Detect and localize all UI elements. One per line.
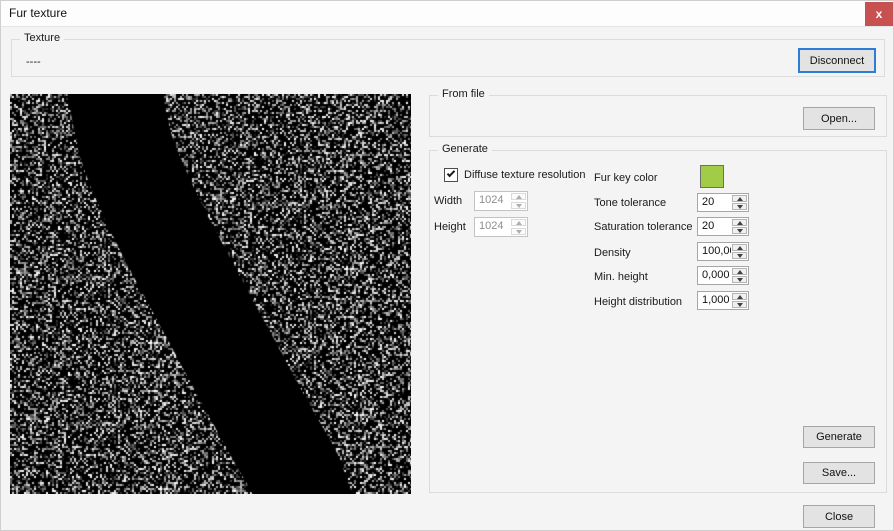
- height-distribution-value[interactable]: 1,000: [702, 294, 731, 306]
- saturation-tolerance-spin-up-button[interactable]: [732, 219, 747, 226]
- tone-tolerance-value[interactable]: 20: [702, 196, 731, 208]
- down-arrow-icon: [516, 230, 522, 234]
- height-distribution-spin-down-button[interactable]: [732, 301, 747, 308]
- min-height-spinner[interactable]: 0,000: [697, 266, 749, 285]
- min-height-value[interactable]: 0,000: [702, 269, 731, 281]
- fur-key-color-swatch[interactable]: [700, 165, 724, 188]
- close-window-button[interactable]: x: [865, 2, 893, 26]
- width-spinner: 1024: [474, 191, 528, 211]
- up-arrow-icon: [737, 221, 743, 225]
- tone-tolerance-spin-up-button[interactable]: [732, 195, 747, 202]
- save-button[interactable]: Save...: [803, 462, 875, 484]
- density-spin-down-button[interactable]: [732, 252, 747, 259]
- density-label: Density: [594, 247, 631, 259]
- from-file-group-label: From file: [438, 88, 489, 100]
- density-spin-up-button[interactable]: [732, 244, 747, 251]
- texture-group: Texture: [11, 39, 885, 77]
- width-spin-down-button: [511, 202, 526, 209]
- down-arrow-icon: [516, 204, 522, 208]
- checkbox-box: [444, 168, 458, 182]
- generate-group-label: Generate: [438, 143, 492, 155]
- open-button[interactable]: Open...: [803, 107, 875, 130]
- saturation-tolerance-label: Saturation tolerance: [594, 221, 692, 233]
- up-arrow-icon: [516, 221, 522, 225]
- up-arrow-icon: [737, 295, 743, 299]
- title-bar[interactable]: Fur texture x: [1, 1, 893, 27]
- up-arrow-icon: [737, 270, 743, 274]
- checkbox-label: Diffuse texture resolution: [464, 169, 585, 181]
- density-spinner[interactable]: 100,000: [697, 242, 749, 261]
- up-arrow-icon: [516, 195, 522, 199]
- close-icon: x: [876, 8, 883, 20]
- min-height-spin-up-button[interactable]: [732, 268, 747, 275]
- min-height-label: Min. height: [594, 271, 648, 283]
- down-arrow-icon: [737, 303, 743, 307]
- window-title: Fur texture: [9, 6, 67, 20]
- disconnect-button[interactable]: Disconnect: [798, 48, 876, 73]
- tone-tolerance-spin-down-button[interactable]: [732, 203, 747, 210]
- height-distribution-spin-up-button[interactable]: [732, 293, 747, 300]
- saturation-tolerance-spin-down-button[interactable]: [732, 227, 747, 234]
- down-arrow-icon: [737, 205, 743, 209]
- down-arrow-icon: [737, 278, 743, 282]
- texture-group-label: Texture: [20, 32, 64, 44]
- height-distribution-spinner[interactable]: 1,000: [697, 291, 749, 310]
- height-distribution-label: Height distribution: [594, 296, 682, 308]
- height-spinner: 1024: [474, 217, 528, 237]
- tone-tolerance-spinner[interactable]: 20: [697, 193, 749, 212]
- height-spin-up-button: [511, 219, 526, 226]
- generate-button[interactable]: Generate: [803, 426, 875, 448]
- up-arrow-icon: [737, 197, 743, 201]
- check-icon: [447, 169, 455, 177]
- density-value[interactable]: 100,000: [702, 245, 731, 257]
- fur-key-color-label: Fur key color: [594, 172, 658, 184]
- width-spin-up-button: [511, 193, 526, 200]
- height-spin-down-button: [511, 228, 526, 235]
- height-label: Height: [434, 221, 466, 233]
- min-height-spin-down-button[interactable]: [732, 276, 747, 283]
- texture-value: ----: [26, 56, 41, 68]
- width-value: 1024: [479, 194, 510, 206]
- up-arrow-icon: [737, 246, 743, 250]
- close-button[interactable]: Close: [803, 505, 875, 528]
- down-arrow-icon: [737, 229, 743, 233]
- texture-preview: [10, 94, 411, 494]
- saturation-tolerance-spinner[interactable]: 20: [697, 217, 749, 236]
- fur-texture-dialog: Fur texture x Texture ---- Disconnect Fr…: [0, 0, 894, 531]
- diffuse-texture-resolution-checkbox[interactable]: Diffuse texture resolution: [444, 168, 585, 182]
- width-label: Width: [434, 195, 462, 207]
- down-arrow-icon: [737, 254, 743, 258]
- tone-tolerance-label: Tone tolerance: [594, 197, 666, 209]
- saturation-tolerance-value[interactable]: 20: [702, 220, 731, 232]
- height-value: 1024: [479, 220, 510, 232]
